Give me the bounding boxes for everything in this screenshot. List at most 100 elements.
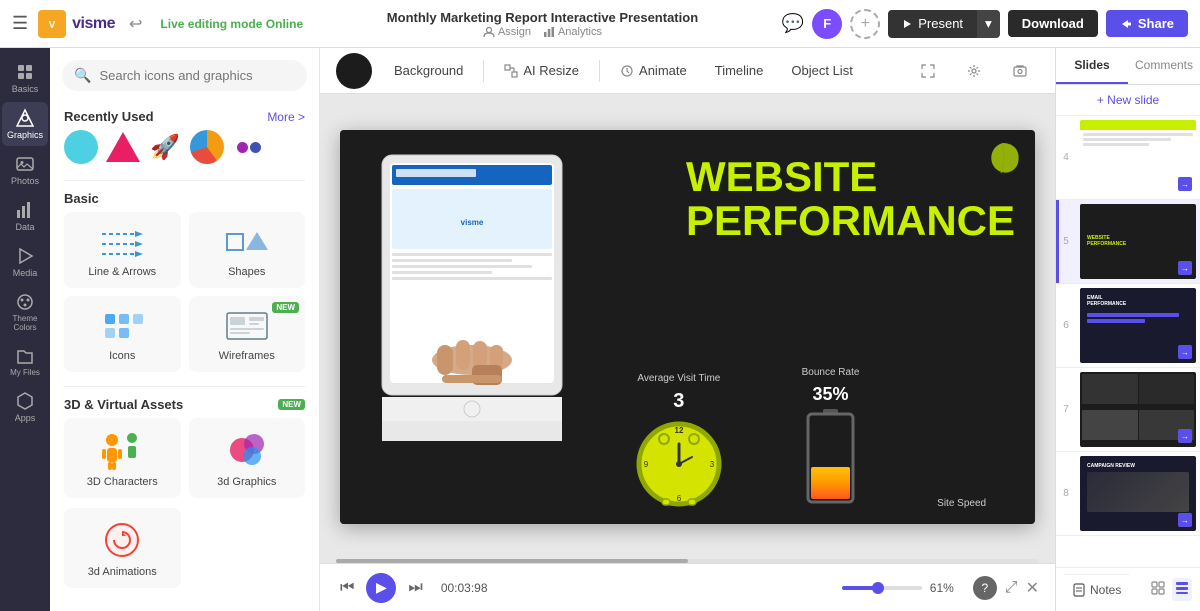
recently-used-header: Recently Used More > bbox=[50, 103, 319, 130]
app-logo: V visme bbox=[38, 10, 115, 38]
slide-thumb-4[interactable]: 4 → bbox=[1056, 116, 1200, 200]
category-card-icons[interactable]: Icons bbox=[64, 296, 181, 372]
sidebar-item-graphics[interactable]: Graphics bbox=[2, 102, 48, 146]
ai-resize-button[interactable]: AI Resize bbox=[492, 58, 591, 83]
sidebar-item-data[interactable]: Data bbox=[2, 194, 48, 238]
play-button[interactable]: ▶ bbox=[366, 573, 396, 603]
slide-number-5: 5 bbox=[1056, 200, 1076, 283]
slide-title-line2: PERFORMANCE bbox=[686, 199, 1015, 243]
sidebar-label-photos: Photos bbox=[11, 176, 39, 186]
recent-item-dots[interactable] bbox=[232, 130, 266, 164]
threed-anim-grid: 3d Animations bbox=[50, 508, 319, 598]
canvas-bottom-bar: ⏮ ▶ ⏭ 00:03:98 61% ? ⤢ ✕ bbox=[320, 563, 1055, 611]
svg-text:6: 6 bbox=[677, 494, 682, 503]
category-card-lines-arrows[interactable]: Line & Arrows bbox=[64, 212, 181, 288]
category-card-3d-animations[interactable]: 3d Animations bbox=[64, 508, 181, 588]
share-button[interactable]: Share bbox=[1106, 10, 1188, 37]
present-dropdown-button[interactable]: ▾ bbox=[977, 10, 1000, 38]
slide-thumb-5[interactable]: 5 WEBSITEPERFORMANCE → bbox=[1056, 200, 1200, 284]
threed-new-badge: NEW bbox=[278, 399, 305, 410]
time-display: 00:03:98 bbox=[441, 581, 488, 595]
category-card-3d-graphics[interactable]: 3d Graphics bbox=[189, 418, 306, 498]
recent-item-pie[interactable] bbox=[190, 130, 224, 164]
slide-content: visme bbox=[340, 130, 1035, 524]
search-input[interactable] bbox=[99, 68, 295, 83]
category-card-shapes[interactable]: Shapes bbox=[189, 212, 306, 288]
undo-button[interactable]: ↩ bbox=[129, 14, 142, 34]
3d-graphics-label: 3d Graphics bbox=[199, 476, 296, 488]
svg-text:12: 12 bbox=[674, 426, 683, 435]
slide-thumb-6[interactable]: 6 EMAILPERFORMANCE → bbox=[1056, 284, 1200, 368]
recent-item-circle[interactable] bbox=[64, 130, 98, 164]
progress-bar[interactable] bbox=[336, 559, 1039, 563]
metric2-label: Bounce Rate bbox=[802, 367, 860, 378]
assign-link[interactable]: Assign bbox=[483, 26, 531, 38]
skip-back-button[interactable]: ⏮ bbox=[336, 575, 358, 601]
canvas-toolbar: Background AI Resize Animate Timeline Ob… bbox=[320, 48, 1055, 94]
skip-forward-button[interactable]: ⏭ bbox=[404, 575, 426, 601]
canvas-area: Background AI Resize Animate Timeline Ob… bbox=[320, 48, 1055, 611]
expand-button[interactable]: ⤢ bbox=[1005, 579, 1018, 597]
present-button[interactable]: Present bbox=[888, 10, 977, 37]
zoom-thumb[interactable] bbox=[872, 582, 884, 594]
slide-canvas[interactable]: visme bbox=[340, 130, 1035, 524]
wireframes-new-badge: NEW bbox=[272, 302, 299, 313]
slide-number-8: 8 bbox=[1056, 452, 1076, 535]
analytics-link[interactable]: Analytics bbox=[543, 26, 602, 38]
slide-preview-5: WEBSITEPERFORMANCE → bbox=[1080, 204, 1196, 279]
camera-icon-btn[interactable] bbox=[1001, 59, 1039, 83]
zoom-track[interactable] bbox=[842, 586, 922, 590]
sidebar-item-theme-colors[interactable]: Theme Colors bbox=[2, 286, 48, 338]
slides-tabs: Slides Comments bbox=[1056, 48, 1200, 85]
divider-1 bbox=[64, 180, 305, 181]
add-user-button[interactable]: + bbox=[850, 9, 880, 39]
sidebar-label-my-files: My Files bbox=[10, 368, 40, 377]
help-button[interactable]: ? bbox=[973, 576, 997, 600]
background-button[interactable]: Background bbox=[382, 58, 475, 83]
sidebar-item-my-files[interactable]: My Files bbox=[2, 340, 48, 383]
tab-slides[interactable]: Slides bbox=[1056, 48, 1128, 84]
progress-fill bbox=[336, 559, 688, 563]
sidebar-label-basics: Basics bbox=[12, 84, 39, 94]
3d-characters-icon bbox=[74, 428, 171, 472]
comment-icon[interactable]: 💬 bbox=[782, 13, 804, 34]
new-slide-button[interactable]: + New slide bbox=[1056, 85, 1200, 116]
metric1-label: Average Visit Time bbox=[637, 373, 720, 384]
sidebar-item-basics[interactable]: Basics bbox=[2, 56, 48, 100]
object-list-button[interactable]: Object List bbox=[779, 58, 864, 83]
live-editing-status: Live editing mode Online bbox=[160, 17, 303, 31]
timeline-button[interactable]: Timeline bbox=[703, 58, 776, 83]
slide-thumb-8[interactable]: 8 CAMPAIGN REVIEW → bbox=[1056, 452, 1200, 536]
animate-button[interactable]: Animate bbox=[608, 58, 699, 83]
battery-graphic bbox=[803, 409, 858, 509]
category-card-3d-characters[interactable]: 3D Characters bbox=[64, 418, 181, 498]
tab-comments[interactable]: Comments bbox=[1128, 48, 1200, 84]
sidebar-item-photos[interactable]: Photos bbox=[2, 148, 48, 192]
slide-thumb-7[interactable]: 7 → bbox=[1056, 368, 1200, 452]
list-view-button[interactable] bbox=[1148, 578, 1168, 601]
menu-icon[interactable]: ☰ bbox=[12, 13, 28, 34]
settings-icon-btn[interactable] bbox=[955, 59, 993, 83]
view-toggle bbox=[1148, 578, 1192, 601]
sidebar-left: Basics Graphics Photos Data Media Theme … bbox=[0, 48, 50, 611]
resize-icon-btn[interactable] bbox=[909, 59, 947, 83]
3d-characters-label: 3D Characters bbox=[74, 476, 171, 488]
sidebar-item-apps[interactable]: Apps bbox=[2, 385, 48, 429]
grid-view-button[interactable] bbox=[1172, 578, 1192, 601]
close-button[interactable]: ✕ bbox=[1026, 578, 1039, 598]
app-name: visme bbox=[72, 15, 115, 33]
divider-2 bbox=[64, 386, 305, 387]
wireframes-label: Wireframes bbox=[199, 350, 296, 362]
search-box[interactable]: 🔍 bbox=[62, 60, 307, 91]
more-recently-used-button[interactable]: More > bbox=[267, 110, 305, 124]
slide-preview-7: → bbox=[1080, 372, 1196, 447]
notes-label: Notes bbox=[1090, 583, 1121, 597]
download-button[interactable]: Download bbox=[1008, 10, 1098, 37]
recent-item-rocket[interactable]: 🚀 bbox=[148, 130, 182, 164]
sidebar-label-theme-colors: Theme Colors bbox=[6, 314, 44, 332]
recent-item-triangle[interactable] bbox=[106, 130, 140, 164]
category-card-wireframes[interactable]: NEW Wireframes bbox=[189, 296, 306, 372]
notes-button[interactable]: Notes bbox=[1064, 574, 1129, 605]
sidebar-label-media: Media bbox=[13, 268, 38, 278]
sidebar-item-media[interactable]: Media bbox=[2, 240, 48, 284]
